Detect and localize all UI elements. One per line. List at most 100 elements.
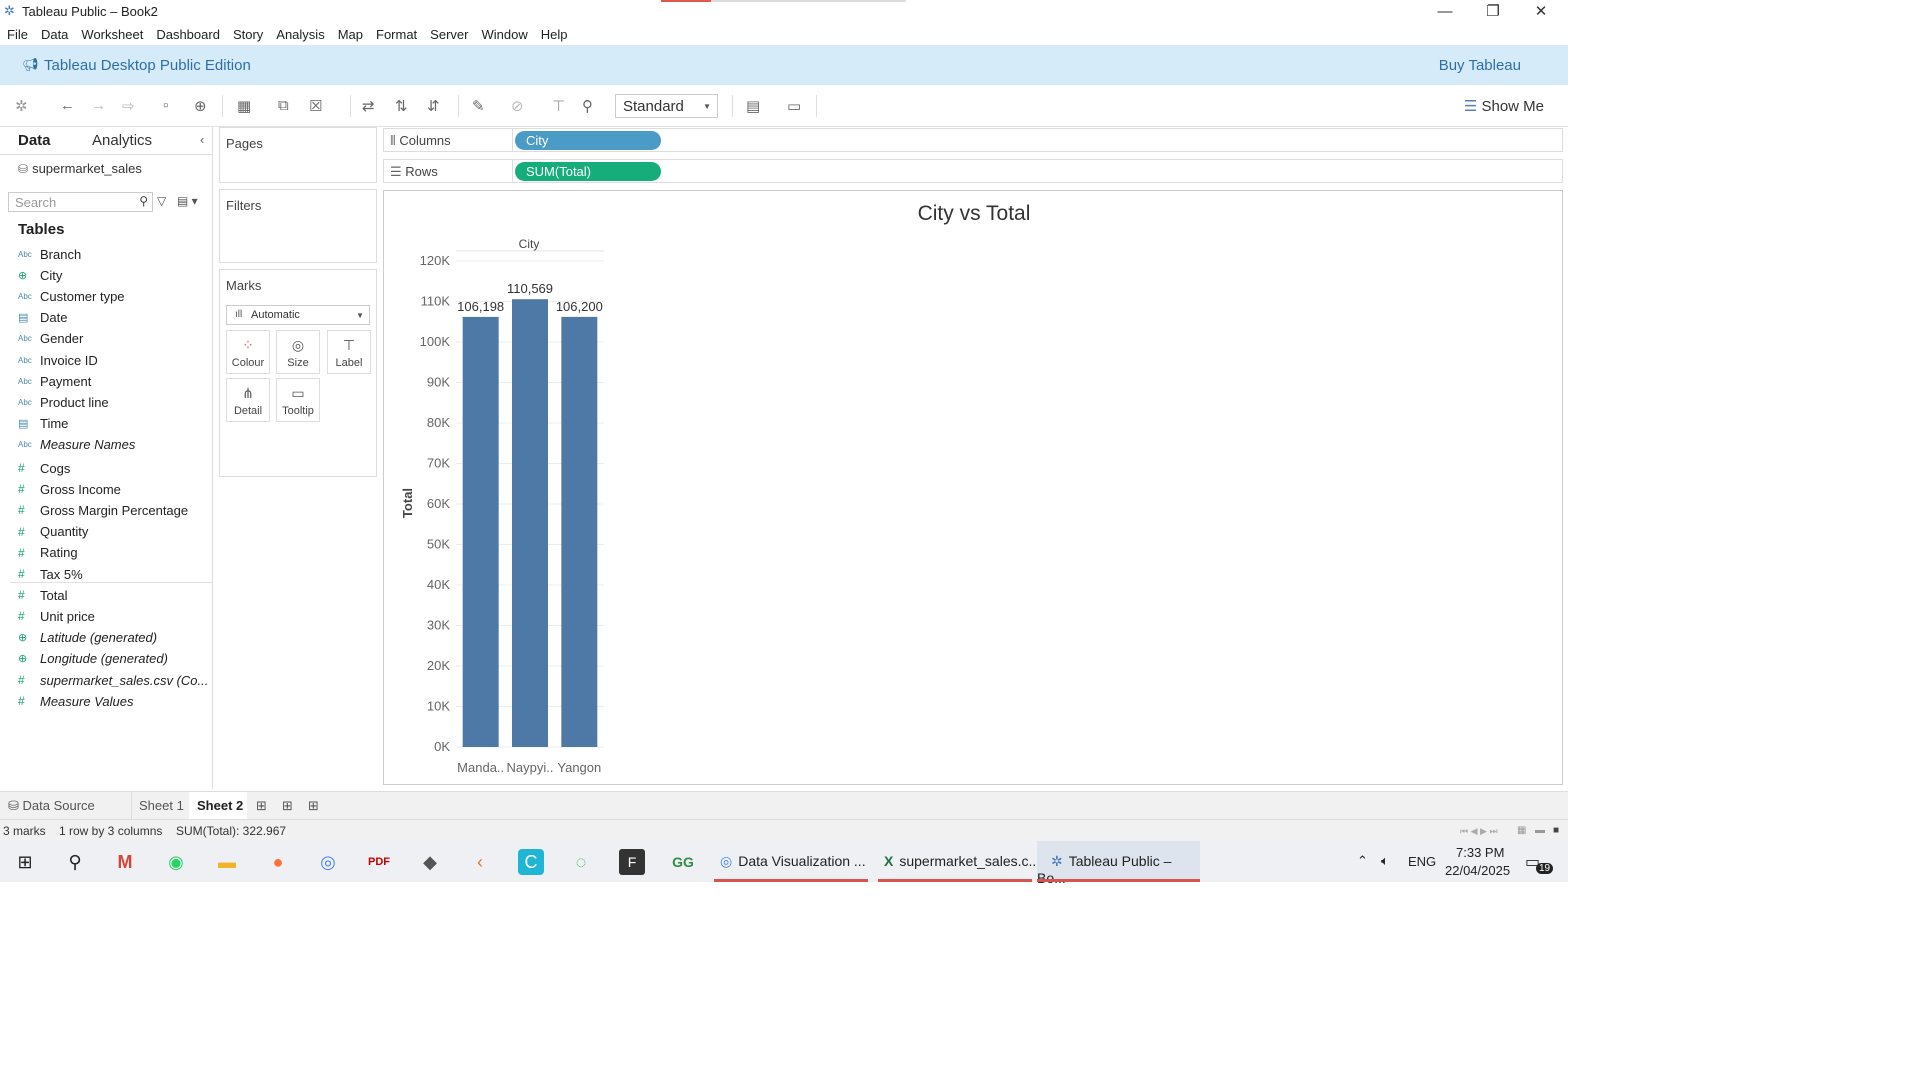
clear-sheet-icon[interactable]: ☒: [309, 97, 322, 115]
field-search-input[interactable]: Search ⚲: [8, 192, 153, 212]
collapse-pane-icon[interactable]: ‹: [200, 132, 204, 147]
filters-card[interactable]: Filters: [219, 189, 377, 263]
gmail-icon[interactable]: M: [112, 849, 138, 875]
rows-shelf[interactable]: ☰ Rows SUM(Total): [383, 159, 1563, 183]
field-item[interactable]: # Gross Income: [18, 479, 121, 499]
duplicate-sheet-icon[interactable]: ⧉: [278, 97, 289, 114]
tabs-view-icon[interactable]: ■: [1553, 825, 1559, 836]
sum-total-pill[interactable]: SUM(Total): [515, 162, 661, 181]
pin-icon[interactable]: ⚲: [582, 97, 593, 115]
minimize-button[interactable]: —: [1430, 2, 1460, 22]
tableau-logo-icon[interactable]: ✲: [15, 97, 28, 115]
label-button[interactable]: ⊤ Label: [327, 330, 371, 374]
menu-worksheet[interactable]: Worksheet: [74, 24, 149, 42]
f-app-icon[interactable]: F: [619, 849, 645, 875]
new-dashboard-tab-icon[interactable]: ⊞: [282, 798, 293, 814]
fit-dropdown[interactable]: Standard ▼: [615, 94, 718, 118]
field-item[interactable]: ⊕ Latitude (generated): [18, 628, 157, 648]
field-item[interactable]: # Tax 5%: [18, 564, 83, 584]
field-item[interactable]: Abc Customer type: [18, 286, 125, 306]
whatsapp-icon[interactable]: ◉: [163, 849, 189, 875]
size-button[interactable]: ◎ Size: [276, 330, 320, 374]
firefox-icon[interactable]: ●: [265, 849, 291, 875]
colour-button[interactable]: ⁘ Colour: [226, 330, 270, 374]
menu-server[interactable]: Server: [423, 24, 474, 42]
tooltip-button[interactable]: ▭ Tooltip: [276, 378, 320, 422]
windows-start-icon[interactable]: ⊞: [12, 849, 38, 875]
buy-tableau-link[interactable]: Buy Tableau: [1439, 57, 1521, 74]
show-labels-icon[interactable]: ⊤: [552, 97, 565, 115]
menu-story[interactable]: Story: [226, 24, 269, 42]
field-item[interactable]: # Total: [18, 585, 67, 605]
detail-button[interactable]: ⋔ Detail: [226, 378, 270, 422]
field-item[interactable]: ⊕ City: [18, 265, 62, 285]
chrome-icon[interactable]: ◎: [315, 849, 341, 875]
field-item[interactable]: # supermarket_sales.csv (Co...: [18, 670, 208, 690]
field-item[interactable]: Abc Gender: [18, 329, 83, 349]
field-item[interactable]: ▤ Date: [18, 308, 67, 328]
field-item[interactable]: Abc Payment: [18, 371, 91, 391]
new-story-tab-icon[interactable]: ⊞: [308, 798, 319, 814]
canva-icon[interactable]: C: [518, 849, 544, 875]
sheet-navigation-icons[interactable]: ⏮ ◀ ▶ ⏭: [1460, 826, 1498, 837]
tab-sheet-1[interactable]: Sheet 1: [139, 798, 184, 813]
sheet-sorter-icon[interactable]: ▦: [1517, 825, 1526, 836]
new-worksheet-tab-icon[interactable]: ⊞: [256, 798, 267, 814]
filter-icon[interactable]: ▽: [157, 194, 166, 208]
mark-type-dropdown[interactable]: ıll Automatic ▼: [226, 305, 370, 325]
refresh-app-icon[interactable]: ◌: [568, 849, 594, 875]
show-cards-icon[interactable]: ▤: [746, 97, 760, 115]
view-options-icon[interactable]: ▤ ▾: [177, 194, 198, 208]
show-hidden-icons-icon[interactable]: ⌃: [1357, 853, 1368, 869]
tab-analytics[interactable]: Analytics: [92, 132, 152, 149]
tab-data[interactable]: Data: [18, 132, 51, 149]
viz-area[interactable]: City vs Total 0K 10K 20K 30K 40K 50K 60K 70K 80K…: [383, 190, 1563, 785]
menu-help[interactable]: Help: [534, 24, 574, 42]
undo-icon[interactable]: ←: [60, 97, 75, 114]
sort-ascending-icon[interactable]: ⇅: [395, 97, 408, 115]
language-indicator[interactable]: ENG: [1408, 854, 1436, 869]
new-worksheet-icon[interactable]: ▦: [237, 97, 251, 115]
menu-file[interactable]: File: [0, 24, 34, 42]
field-item[interactable]: # Cogs: [18, 458, 70, 478]
filmstrip-icon[interactable]: ▬: [1535, 825, 1545, 836]
layers-app-icon[interactable]: ◆: [417, 849, 443, 875]
field-item[interactable]: Abc Branch: [18, 244, 81, 264]
ilovepdf-icon[interactable]: PDF: [366, 849, 392, 875]
highlight-icon[interactable]: ✎: [472, 97, 485, 115]
sort-descending-icon[interactable]: ⇵: [427, 97, 440, 115]
bar-chart[interactable]: 0K 10K 20K 30K 40K 50K 60K 70K 80K 90K 100K 110K 120…: [384, 191, 1564, 786]
redo-icon[interactable]: →: [91, 97, 106, 114]
tab-sheet-2[interactable]: Sheet 2: [197, 798, 243, 813]
code-app-icon[interactable]: ‹: [467, 849, 493, 875]
menu-map[interactable]: Map: [331, 24, 369, 42]
close-button[interactable]: ✕: [1526, 2, 1556, 22]
menu-data[interactable]: Data: [34, 24, 74, 42]
volume-icon[interactable]: 🔈︎: [1381, 853, 1389, 869]
file-explorer-icon[interactable]: ▬: [214, 849, 240, 875]
field-item[interactable]: Abc Measure Names: [18, 435, 135, 455]
field-item[interactable]: # Gross Margin Percentage: [18, 500, 188, 520]
save-icon[interactable]: ▫: [163, 97, 168, 114]
field-item[interactable]: ⊕ Longitude (generated): [18, 649, 168, 669]
taskbar-tableau-window[interactable]: ✲ Tableau Public – Bo...: [1037, 841, 1200, 886]
menu-analysis[interactable]: Analysis: [269, 24, 330, 42]
restore-button[interactable]: ❐: [1478, 2, 1508, 22]
field-item[interactable]: # Measure Values: [18, 691, 133, 711]
field-item[interactable]: Abc Product line: [18, 392, 109, 412]
menu-window[interactable]: Window: [474, 24, 533, 42]
field-item[interactable]: # Rating: [18, 543, 78, 563]
city-pill[interactable]: City: [515, 131, 661, 150]
swap-rows-columns-icon[interactable]: ⇄: [362, 97, 375, 115]
datasource-item[interactable]: ⛁ supermarket_sales: [18, 161, 142, 176]
field-item[interactable]: ▤ Time: [18, 414, 68, 434]
presentation-mode-icon[interactable]: ▭: [787, 97, 801, 115]
show-me-button[interactable]: ☰ Show Me: [1464, 97, 1544, 115]
tab-data-source[interactable]: ⛁ Data Source: [8, 798, 95, 814]
taskbar-excel-window[interactable]: Xsupermarket_sales.c...: [878, 841, 1040, 882]
pages-card[interactable]: Pages: [219, 127, 377, 183]
clock-date[interactable]: 22/04/2025: [1445, 863, 1510, 878]
group-icon[interactable]: ⊘: [511, 97, 524, 115]
taskbar-search-icon[interactable]: ⚲: [62, 849, 88, 875]
columns-shelf[interactable]: ⦀ Columns City: [383, 128, 1563, 152]
